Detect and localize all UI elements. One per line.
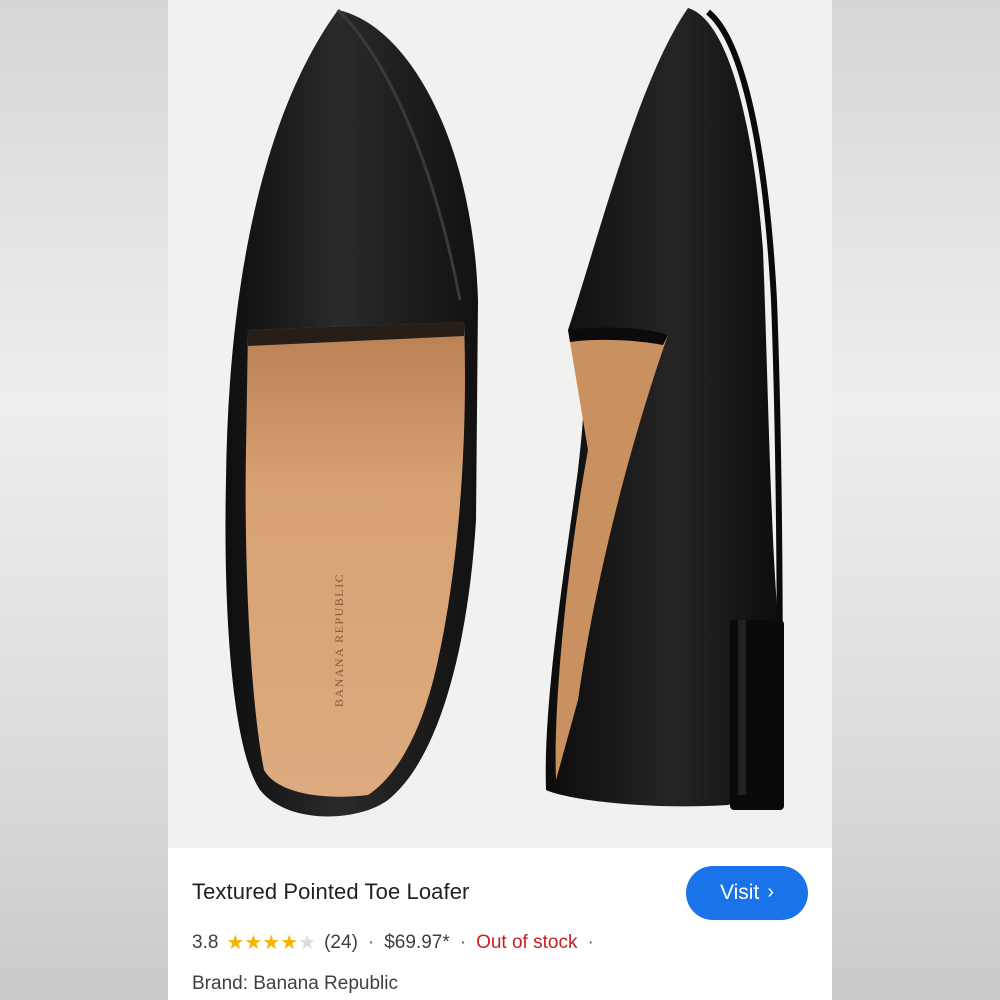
product-info-panel: Textured Pointed Toe Loafer Visit › 3.8 … [168,848,832,1000]
right-shoe [545,8,784,810]
brand-line: Brand: Banana Republic [192,973,398,994]
rating-value: 3.8 [192,932,219,953]
blurred-backdrop-right [832,0,1000,1000]
review-count[interactable]: (24) [324,932,358,954]
chevron-right-icon: › [767,880,774,903]
product-card: BANANA REPUBLIC Textured Pointed Toe Loa… [168,0,832,1000]
star-icon: ★ [226,932,245,954]
star-icon: ★ [262,932,281,954]
loafer-photo: BANANA REPUBLIC [225,8,784,817]
star-icon: ★ [244,932,263,954]
stock-status: Out of stock [476,932,578,953]
star-icon: ★ [280,932,299,954]
separator-dot: · [459,932,467,953]
product-title[interactable]: Textured Pointed Toe Loafer [192,879,470,905]
separator-dot: · [367,932,375,953]
visit-label: Visit [720,881,760,904]
product-image[interactable]: BANANA REPUBLIC [168,0,832,848]
blurred-backdrop-left [0,0,168,1000]
rating-stars: ★ ★ ★ ★ ★ [226,933,316,953]
visit-button[interactable]: Visit › [686,866,808,920]
left-shoe: BANANA REPUBLIC [225,8,478,817]
price: $69.97* [384,932,450,953]
product-meta-row: 3.8 ★ ★ ★ ★ ★ (24) · $69.97* · Out of st… [192,932,604,954]
separator-dot: · [587,932,594,953]
insole-logo: BANANA REPUBLIC [332,573,346,707]
star-icon: ★ [298,932,317,954]
